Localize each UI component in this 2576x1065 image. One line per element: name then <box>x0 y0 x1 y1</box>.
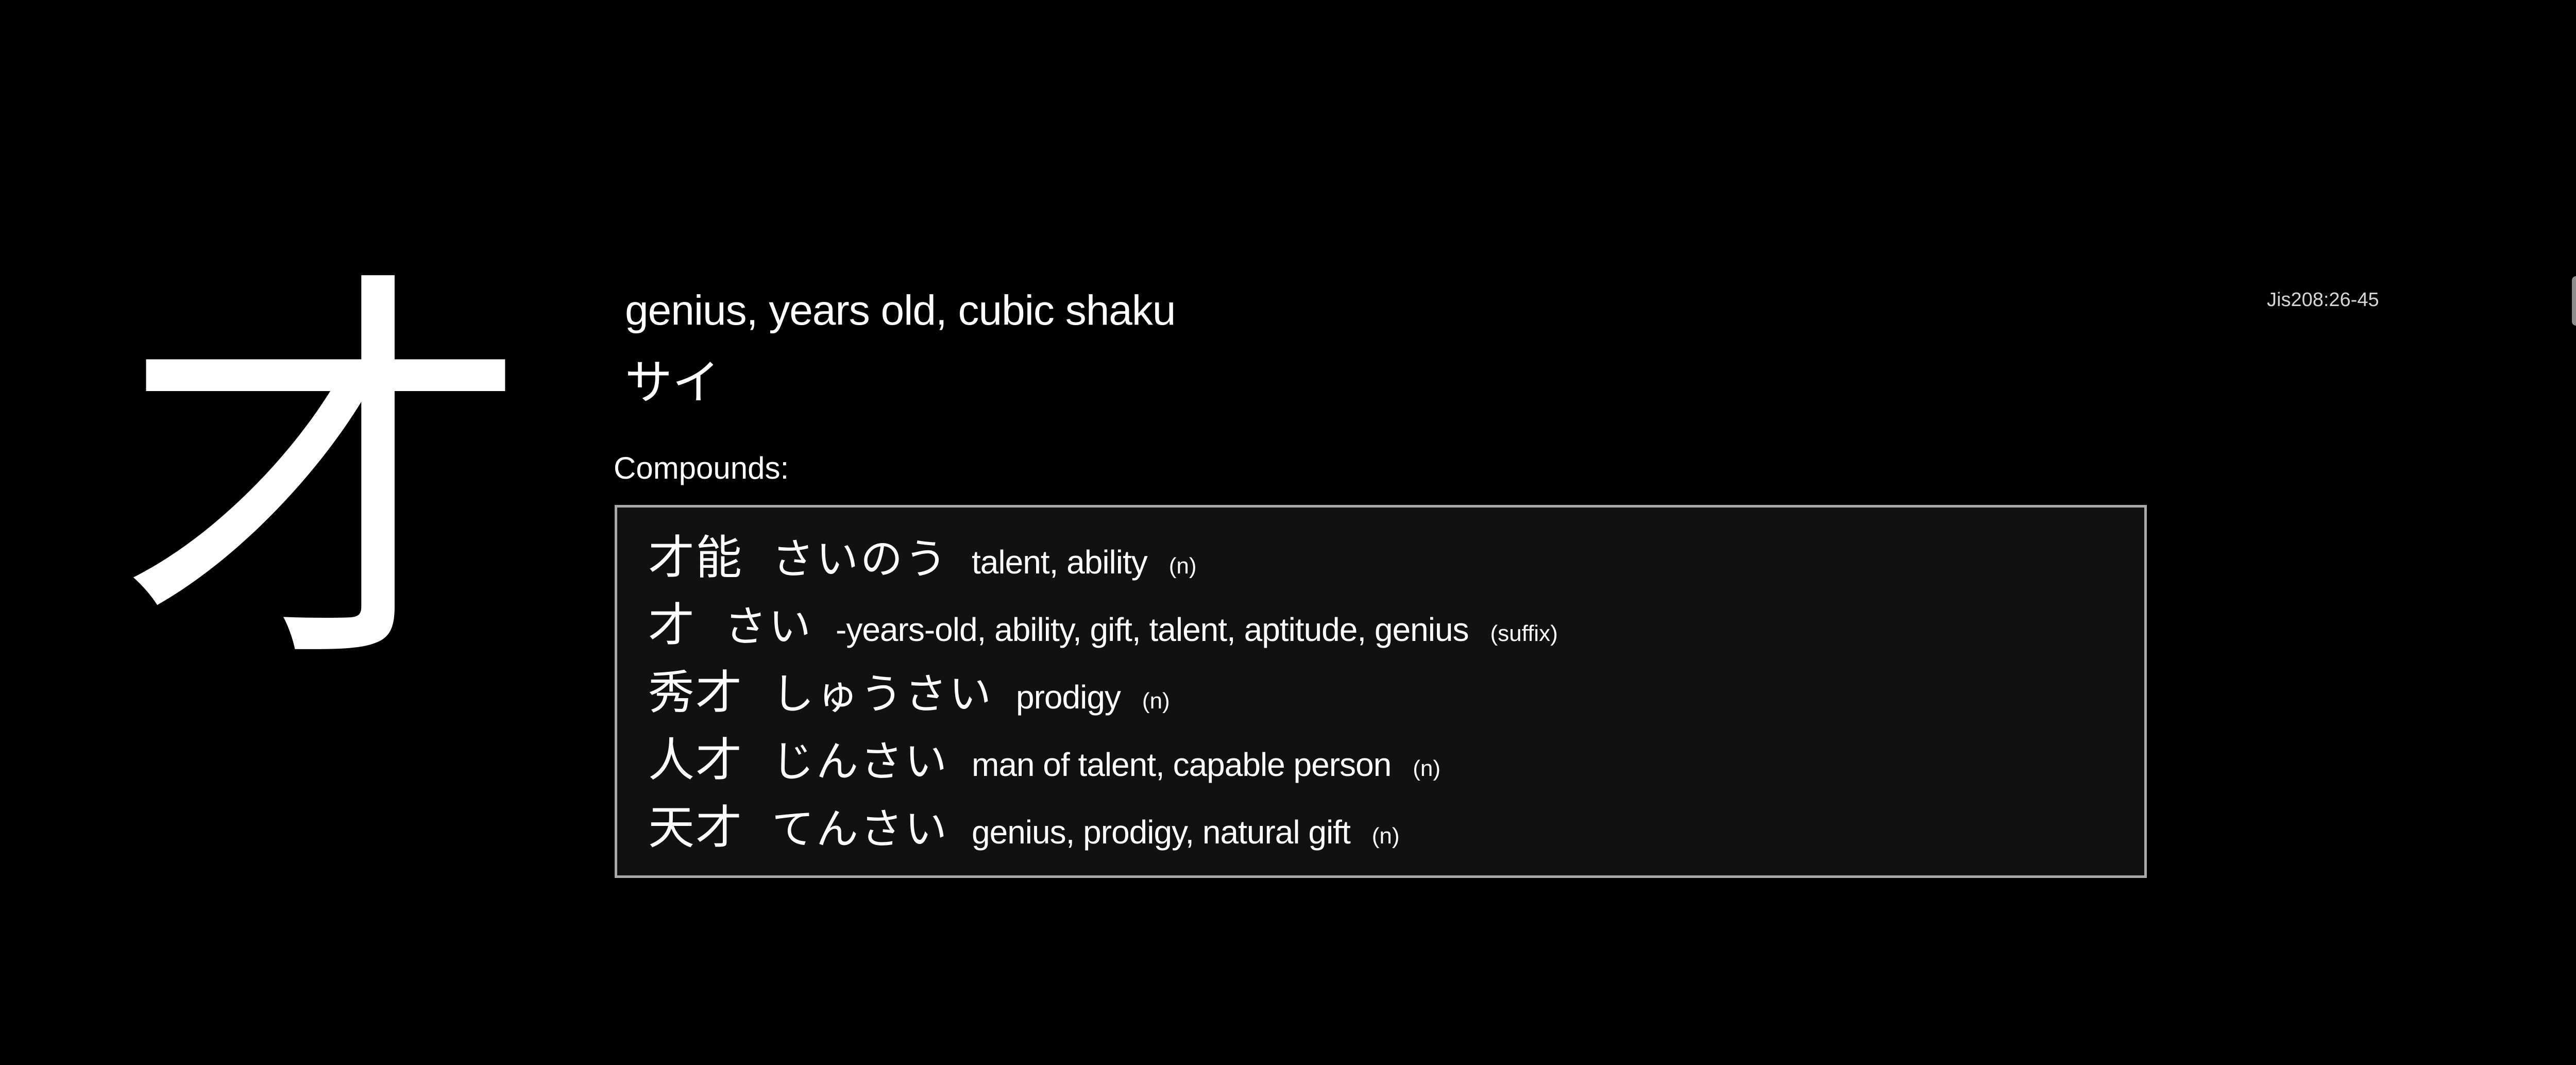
compound-row: 才能 さいのう talent, ability (n) <box>648 524 2144 591</box>
scrollbar-handle[interactable] <box>2572 276 2576 326</box>
compound-gloss: genius, prodigy, natural gift <box>972 814 1351 851</box>
compound-part-of-speech: (n) <box>1371 823 1400 849</box>
compound-gloss: -years-old, ability, gift, talent, aptit… <box>836 611 1469 648</box>
compound-gloss: man of talent, capable person <box>972 746 1392 783</box>
kanji-reading: サイ <box>625 355 720 410</box>
kanji-meaning: genius, years old, cubic shaku <box>625 287 1176 334</box>
compound-kanji: 人才 <box>648 733 743 787</box>
compound-row: 天才 てんさい genius, prodigy, natural gift (n… <box>648 794 2144 861</box>
compound-kanji: 天才 <box>648 801 743 855</box>
compounds-list: 才能 さいのう talent, ability (n) 才 さい -years-… <box>615 505 2147 878</box>
compound-kana: さいのう <box>772 535 950 584</box>
compounds-label: Compounds: <box>614 451 789 485</box>
compound-gloss: prodigy <box>1016 679 1121 716</box>
compound-row: 人才 じんさい man of talent, capable person (n… <box>648 726 2144 794</box>
jis-code: Jis208:26-45 <box>2267 289 2379 311</box>
compound-row: 才 さい -years-old, ability, gift, talent, … <box>648 591 2144 659</box>
compound-kanji: 才能 <box>648 531 743 585</box>
compound-kanji: 秀才 <box>648 666 743 720</box>
compound-part-of-speech: (n) <box>1142 688 1170 714</box>
compound-kana: さい <box>724 602 814 651</box>
compound-gloss: talent, ability <box>972 544 1148 581</box>
compound-kana: てんさい <box>772 805 950 854</box>
compound-kanji: 才 <box>648 598 696 652</box>
compound-kana: しゅうさい <box>772 670 994 719</box>
compound-part-of-speech: (n) <box>1413 756 1441 781</box>
compound-part-of-speech: (n) <box>1168 553 1197 579</box>
kanji-character: 才 <box>118 239 531 719</box>
compound-row: 秀才 しゅうさい prodigy (n) <box>648 659 2144 726</box>
compound-kana: じんさい <box>772 737 950 786</box>
compound-part-of-speech: (suffix) <box>1490 621 1558 646</box>
